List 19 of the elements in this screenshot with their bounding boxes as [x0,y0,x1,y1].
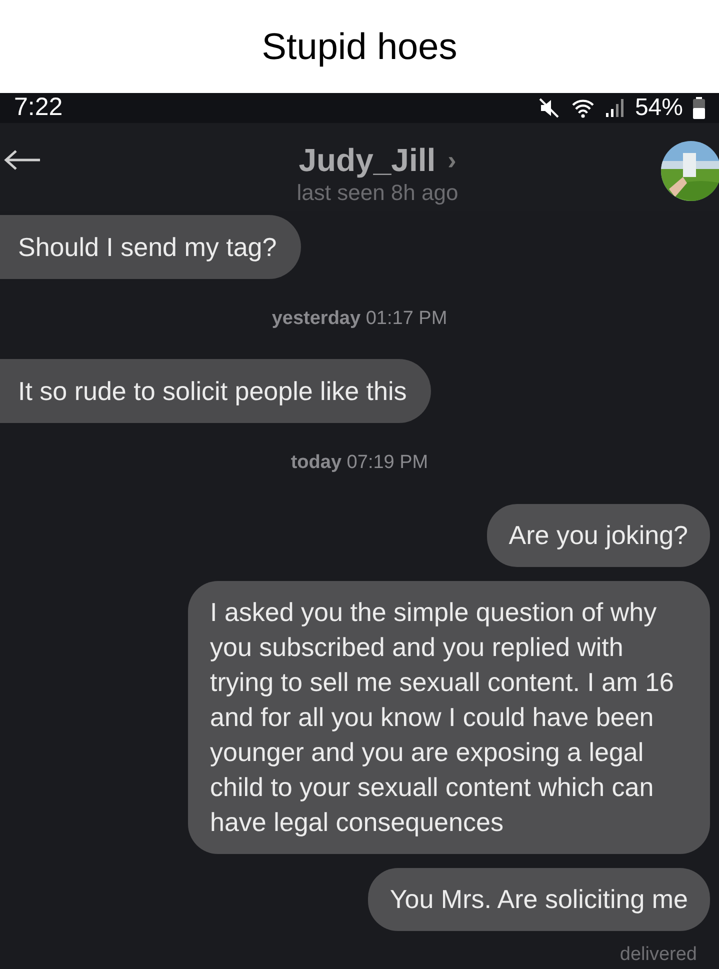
meme-caption: Stupid hoes [262,24,458,69]
outgoing-message: I asked you the simple question of why you subscribed and you replied with trying to sell me sexuall content. I am 16 and for all you know I could have been younger and you are exposing a legal child to your sexuall content which can have legal consequences [188,580,710,854]
date-label: today 07:19 PM [290,451,428,475]
contact-name[interactable]: Judy_Jill [298,140,436,179]
signal-icon [604,98,625,118]
mute-icon [538,98,561,118]
wifi-icon [570,98,595,118]
incoming-message: Should I send my tag? [0,214,301,278]
battery-icon [693,96,705,119]
status-time: 7:22 [14,92,63,123]
outgoing-message: Are you joking? [486,504,710,566]
back-arrow-icon [4,148,42,171]
outgoing-message: You Mrs. Are soliciting me [368,868,710,930]
delivery-status: delivered [620,942,697,966]
incoming-message: It so rude to solicit people like this [0,359,431,423]
date-label: yesterday 01:17 PM [272,306,448,330]
battery-percent: 54% [634,92,683,123]
last-seen: last seen 8h ago [296,178,458,207]
chevron-icon: › [448,144,456,175]
